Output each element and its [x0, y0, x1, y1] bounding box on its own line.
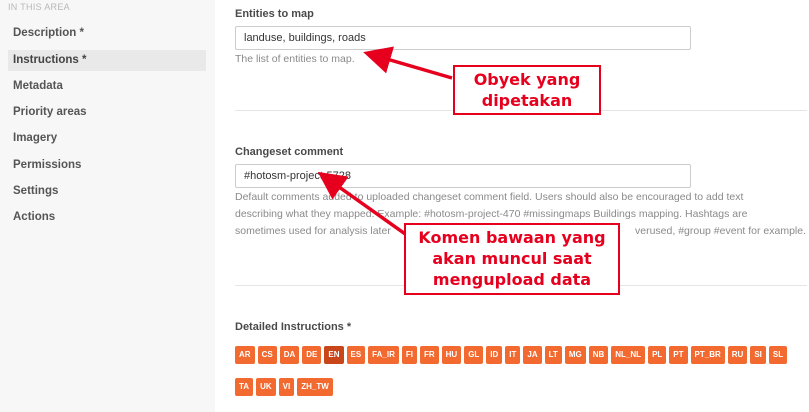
- changeset-label: Changeset comment: [235, 146, 344, 158]
- language-tab-pt[interactable]: PT: [669, 346, 688, 364]
- sidebar-item-actions[interactable]: Actions: [8, 207, 206, 228]
- language-tabs-row-2: TA UK VI ZH_TW: [235, 378, 333, 396]
- instructions-label: Detailed Instructions *: [235, 321, 352, 333]
- language-tab-zh-tw[interactable]: ZH_TW: [297, 378, 333, 396]
- sidebar-item-imagery[interactable]: Imagery: [8, 128, 206, 149]
- entities-label: Entities to map: [235, 8, 314, 20]
- language-tab-ru[interactable]: RU: [727, 346, 748, 364]
- language-tab-hu[interactable]: HU: [441, 346, 462, 364]
- language-tab-fa-ir[interactable]: FA_IR: [368, 346, 399, 364]
- callout-changeset-line-3: mengupload data: [432, 270, 592, 289]
- sidebar: IN THIS AREA Description * Instructions …: [0, 0, 215, 412]
- changeset-help-line-2: describing what they mapped. Example: #h…: [235, 208, 748, 220]
- language-tab-es[interactable]: ES: [346, 346, 366, 364]
- changeset-input[interactable]: #hotosm-project-5728: [235, 164, 691, 188]
- language-tab-uk[interactable]: UK: [256, 378, 276, 396]
- language-tab-it[interactable]: IT: [505, 346, 521, 364]
- language-tab-vi[interactable]: VI: [278, 378, 295, 396]
- language-tab-nl-nl[interactable]: NL_NL: [611, 346, 646, 364]
- callout-entities-line-2: dipetakan: [481, 91, 573, 110]
- language-tab-ja[interactable]: JA: [523, 346, 542, 364]
- language-tab-lt[interactable]: LT: [544, 346, 562, 364]
- language-tab-si[interactable]: SI: [750, 346, 766, 364]
- changeset-help-line-1: Default comments added to uploaded chang…: [235, 191, 744, 203]
- sidebar-item-permissions[interactable]: Permissions: [8, 155, 206, 176]
- sidebar-item-description[interactable]: Description *: [8, 23, 206, 44]
- sidebar-item-metadata[interactable]: Metadata: [8, 76, 206, 97]
- language-tab-fi[interactable]: FI: [401, 346, 417, 364]
- language-tab-fr[interactable]: FR: [419, 346, 439, 364]
- sidebar-item-settings[interactable]: Settings: [8, 181, 206, 202]
- callout-entities: Obyek yang dipetakan: [453, 65, 601, 115]
- language-tab-sl[interactable]: SL: [768, 346, 788, 364]
- language-tab-de[interactable]: DE: [302, 346, 322, 364]
- language-tab-da[interactable]: DA: [279, 346, 300, 364]
- sidebar-section-label: IN THIS AREA: [8, 2, 70, 12]
- language-tabs-row-1: AR CS DA DE EN ES FA_IR FI FR HU GL ID IT JA LT MG NB NL_…: [235, 346, 788, 364]
- language-tab-pt-br[interactable]: PT_BR: [690, 346, 725, 364]
- language-tab-ar[interactable]: AR: [235, 346, 255, 364]
- callout-changeset: Komen bawaan yang akan muncul saat mengu…: [404, 223, 620, 295]
- language-tab-id[interactable]: ID: [486, 346, 503, 364]
- sidebar-item-instructions[interactable]: Instructions *: [8, 50, 206, 71]
- callout-changeset-line-1: Komen bawaan yang: [418, 228, 606, 247]
- language-tab-mg[interactable]: MG: [564, 346, 586, 364]
- entities-input[interactable]: landuse, buildings, roads: [235, 26, 691, 50]
- sidebar-item-priority-areas[interactable]: Priority areas: [8, 102, 206, 123]
- language-tab-en[interactable]: EN: [324, 346, 344, 364]
- main-form: Entities to map landuse, buildings, road…: [235, 0, 809, 412]
- language-tab-cs[interactable]: CS: [257, 346, 277, 364]
- callout-changeset-line-2: akan muncul saat: [432, 249, 592, 268]
- language-tab-ta[interactable]: TA: [235, 378, 254, 396]
- callout-entities-line-1: Obyek yang: [473, 70, 581, 89]
- language-tab-gl[interactable]: GL: [464, 346, 484, 364]
- language-tab-nb[interactable]: NB: [588, 346, 609, 364]
- language-tab-pl[interactable]: PL: [648, 346, 667, 364]
- changeset-help-line-3-end: verused, #group #event for example.: [635, 225, 807, 237]
